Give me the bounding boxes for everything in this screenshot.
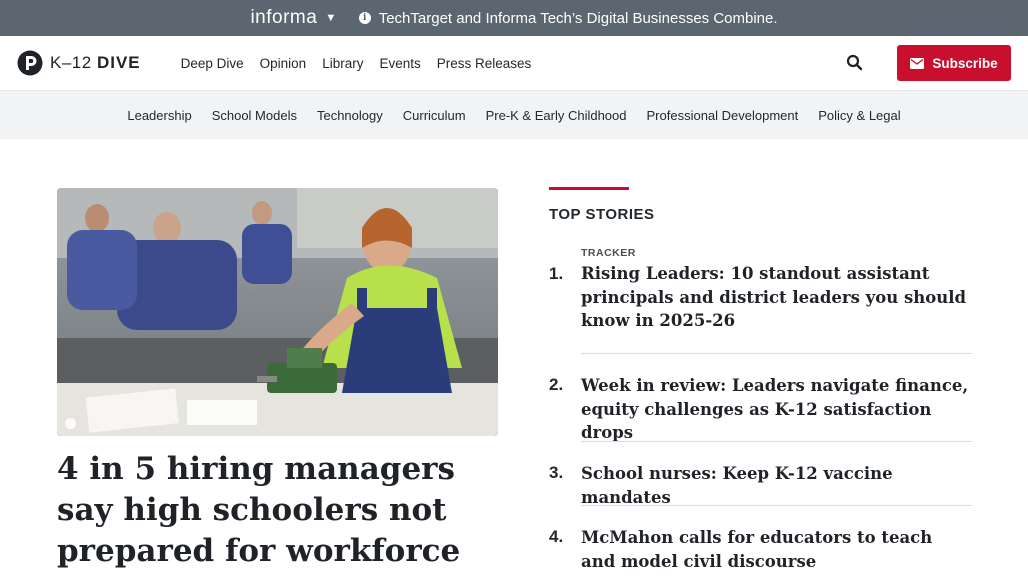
top-stories-accent-rule <box>549 187 629 190</box>
site-logo-text: K–12 DIVE <box>50 53 141 72</box>
story-title[interactable]: McMahon calls for educators to teach and… <box>581 526 972 573</box>
topic-school-models[interactable]: School Models <box>202 108 307 123</box>
informa-banner: informa ▼ i TechTarget and Informa Tech’… <box>0 0 1028 36</box>
story-number: 2. <box>549 375 564 394</box>
subscribe-button[interactable]: Subscribe <box>897 45 1011 81</box>
story-divider <box>581 505 972 506</box>
story-title[interactable]: Week in review: Leaders navigate finance… <box>581 374 972 445</box>
k12dive-logo-icon <box>17 50 43 76</box>
nav-item-opinion[interactable]: Opinion <box>252 56 315 71</box>
story-divider <box>581 353 972 354</box>
topic-technology[interactable]: Technology <box>307 108 393 123</box>
nav-links: Deep Dive Opinion Library Events Press R… <box>173 56 540 71</box>
story-divider <box>581 441 972 442</box>
workshop-photo <box>57 188 498 436</box>
topic-policy-legal[interactable]: Policy & Legal <box>808 108 910 123</box>
hero-image[interactable] <box>57 188 498 436</box>
banner-notice-text: TechTarget and Informa Tech’s Digital Bu… <box>378 9 778 27</box>
nav-item-deep-dive[interactable]: Deep Dive <box>173 56 252 71</box>
nav-item-library[interactable]: Library <box>314 56 371 71</box>
story-number: 3. <box>549 463 564 482</box>
top-story-item[interactable]: 3. School nurses: Keep K-12 vaccine mand… <box>549 462 972 509</box>
informa-logo: informa <box>250 7 318 28</box>
nav-item-press-releases[interactable]: Press Releases <box>429 56 540 71</box>
envelope-icon <box>910 57 925 69</box>
photo-credit-icon[interactable] <box>65 418 76 429</box>
top-stories-heading: TOP STORIES <box>549 206 655 223</box>
top-story-item[interactable]: 2. Week in review: Leaders navigate fina… <box>549 374 972 445</box>
top-story-item[interactable]: 4. McMahon calls for educators to teach … <box>549 526 972 573</box>
top-story-item[interactable]: 1. TRACKER Rising Leaders: 10 standout a… <box>549 247 972 333</box>
topic-pre-k[interactable]: Pre-K & Early Childhood <box>476 108 637 123</box>
story-number: 4. <box>549 527 564 546</box>
site-logo[interactable]: K–12 DIVE <box>17 50 141 76</box>
main-content: 4 in 5 hiring managers say high schooler… <box>0 139 1028 578</box>
info-icon: i <box>358 12 371 24</box>
banner-notice[interactable]: i TechTarget and Informa Tech’s Digital … <box>358 9 778 27</box>
story-title[interactable]: School nurses: Keep K-12 vaccine mandate… <box>581 462 972 509</box>
informa-brand-dropdown[interactable]: informa ▼ <box>250 7 336 29</box>
topic-leadership[interactable]: Leadership <box>117 108 201 123</box>
chevron-down-icon: ▼ <box>325 12 337 24</box>
topic-bar: Leadership School Models Technology Curr… <box>0 91 1028 139</box>
hero-headline[interactable]: 4 in 5 hiring managers say high schooler… <box>57 449 502 572</box>
story-number: 1. <box>549 264 564 283</box>
topic-professional-development[interactable]: Professional Development <box>637 108 809 123</box>
nav-item-events[interactable]: Events <box>371 56 428 71</box>
search-icon[interactable] <box>845 53 865 73</box>
subscribe-label: Subscribe <box>932 55 998 71</box>
topic-curriculum[interactable]: Curriculum <box>393 108 476 123</box>
story-tag: TRACKER <box>581 247 636 259</box>
main-navigation: K–12 DIVE Deep Dive Opinion Library Even… <box>0 36 1028 91</box>
story-title[interactable]: Rising Leaders: 10 standout assistant pr… <box>581 262 972 333</box>
